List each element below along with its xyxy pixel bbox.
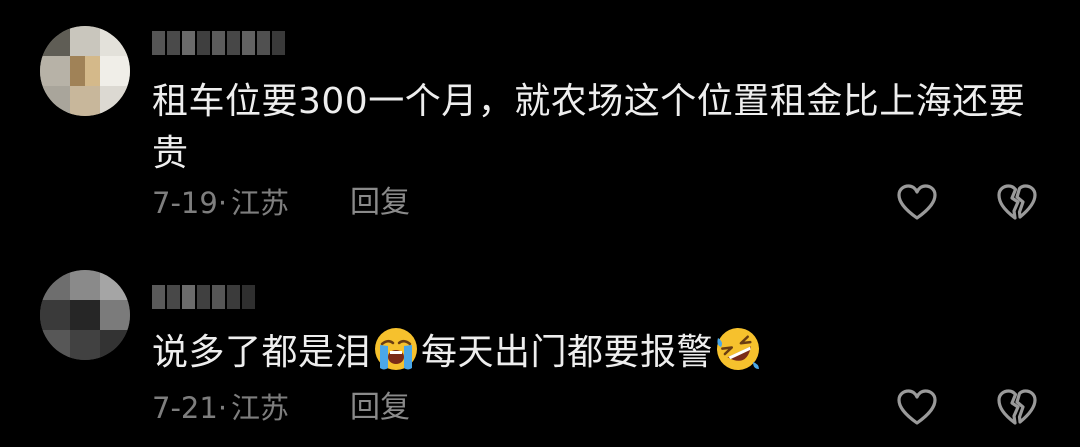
meta-separator: · [217,391,228,425]
avatar[interactable] [40,270,130,360]
dislike-button[interactable] [995,386,1039,430]
comment-meta: 7-21 · 江苏 [152,388,289,428]
broken-heart-icon [997,389,1037,425]
like-button[interactable] [895,386,939,430]
comment-text: 说多了都是泪 每天出门都要报警 [152,326,1042,379]
heart-outline-icon [897,389,937,425]
loudly-crying-face-emoji [375,328,418,370]
reply-button[interactable]: 回复 [350,388,410,428]
comment-location: 江苏 [231,391,290,425]
username-blurred[interactable] [152,282,255,312]
comment-item: 说多了都是泪 每天出门都要报警 7-21 · 江苏 回复 [0,0,1080,447]
comment-text-part1: 说多了都是泪 [152,332,372,373]
comment-date: 7-21 [152,391,218,425]
rolling-on-floor-laughing-emoji [717,328,760,370]
comment-text-part2: 每天出门都要报警 [421,332,714,373]
